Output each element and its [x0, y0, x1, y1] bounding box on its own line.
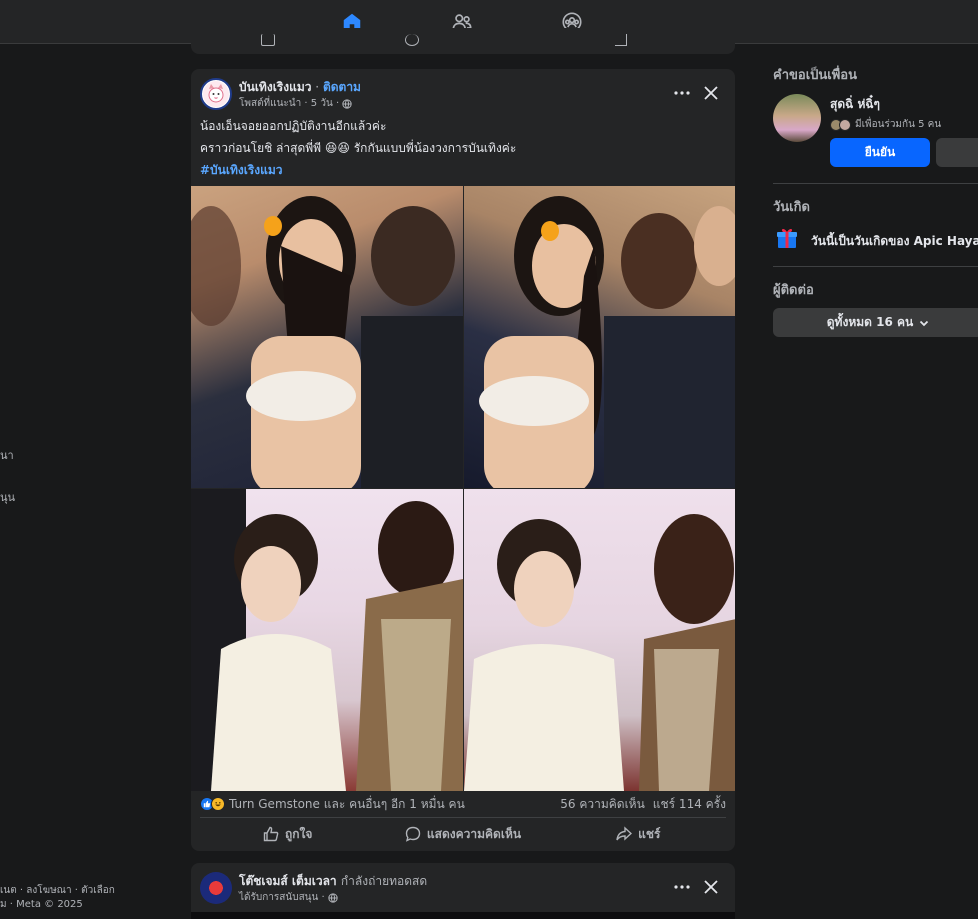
like-icon: [261, 34, 275, 46]
more-options-button[interactable]: [669, 80, 695, 106]
hide-post-button-2[interactable]: [698, 874, 724, 900]
share-label: แชร์: [638, 826, 661, 841]
comment-icon: [405, 34, 419, 46]
birthday-text[interactable]: วันนี้เป็นวันเกิดของ Apic Haya: [811, 232, 978, 251]
left-sidebar-item[interactable]: นา: [0, 446, 14, 464]
live-status: กำลังถ่ายทอดสด: [340, 874, 428, 888]
share-arrow-icon: [616, 826, 633, 841]
friend-request-name[interactable]: สุดฉิ่ ห่ฉิ๋ๆ: [830, 95, 880, 114]
post-meta-text[interactable]: โพสต์ที่แนะนำ · 5 วัน ·: [239, 96, 339, 111]
more-icon: [674, 91, 690, 95]
feed-post-2: โต๊ชเจมส์ เต็มเวลา กำลังถ่ายทอดสด ได้รับ…: [191, 863, 735, 919]
follow-link[interactable]: ติดตาม: [323, 80, 361, 94]
comment-label: แสดงความคิดเห็น: [426, 826, 522, 841]
delete-request-button[interactable]: [936, 138, 978, 167]
post-stats: Turn Gemstone และ คนอื่นๆ อีก 1 หมื่น คน…: [200, 796, 726, 812]
reaction-icons[interactable]: [200, 797, 225, 811]
divider: [773, 183, 978, 184]
post-photo[interactable]: [191, 489, 463, 791]
birthdays-heading: วันเกิด: [773, 200, 810, 215]
gift-icon: [775, 226, 799, 250]
post-photo[interactable]: [464, 186, 735, 488]
divider: [200, 817, 726, 818]
video-preview[interactable]: [191, 912, 735, 919]
friend-requests-heading: คำขอเป็นเพื่อน: [773, 68, 857, 83]
close-icon: [704, 86, 718, 100]
page-avatar-2[interactable]: [200, 872, 232, 904]
share-icon: [615, 34, 627, 46]
mutual-friends-text: มีเพื่อนร่วมกัน 5 คน: [855, 119, 942, 130]
separator: ·: [311, 80, 323, 94]
more-icon: [674, 885, 690, 889]
thumbs-up-icon: [263, 826, 279, 842]
post-author-2: โต๊ชเจมส์ เต็มเวลา กำลังถ่ายทอดสด: [239, 872, 427, 891]
post-photo[interactable]: [191, 186, 463, 488]
left-sidebar-item[interactable]: นุน: [0, 488, 15, 506]
confirm-button[interactable]: ยืนยัน: [830, 138, 930, 167]
shares-count[interactable]: แชร์ 114 ครั้ง: [653, 795, 726, 814]
photo-man-white-jacket: [191, 489, 463, 791]
like-label: ถูกใจ: [284, 826, 313, 841]
post-photo[interactable]: [464, 489, 735, 791]
see-all-contacts-button[interactable]: ดูทั้งหมด 16 คน: [773, 308, 978, 337]
like-button[interactable]: ถูกใจ: [200, 821, 375, 847]
photo-woman-man-smiling: [479, 196, 735, 488]
mutual-friends[interactable]: มีเพื่อนร่วมกัน 5 คน: [830, 117, 941, 132]
divider: [773, 266, 978, 267]
page-name-link[interactable]: บันเทิงเริงแมว: [239, 80, 311, 94]
comments-count[interactable]: 56 ความคิดเห็น: [560, 795, 645, 814]
friend-request-avatar[interactable]: [773, 94, 821, 142]
photo-woman-man: [191, 196, 463, 488]
footer-links[interactable]: เนต · ลงโฆษณา · ตัวเลือก: [0, 883, 115, 898]
sponsored-label[interactable]: ได้รับการสนับสนุน ·: [239, 890, 325, 905]
post-text-line: น้องเอ็นจอยออกปฏิบัติงานอีกแล้วค่ะ: [200, 119, 387, 133]
previous-post-card: [191, 28, 735, 54]
post-author: บันเทิงเริงแมว · ติดตาม: [239, 78, 361, 97]
close-icon: [704, 880, 718, 894]
hide-post-button[interactable]: [698, 80, 724, 106]
page-name-link-2[interactable]: โต๊ชเจมส์ เต็มเวลา: [239, 874, 337, 888]
footer-copyright: ม · Meta © 2025: [0, 899, 83, 910]
cat-logo-icon: [203, 81, 229, 107]
see-all-label: ดูทั้งหมด 16 คน: [826, 315, 914, 329]
chevron-down-icon: [920, 320, 929, 326]
feed-post: บันเทิงเริงแมว · ติดตาม โพสต์ที่แนะนำ · …: [191, 69, 735, 851]
contacts-heading: ผู้ติดต่อ: [773, 283, 814, 298]
more-options-button-2[interactable]: [669, 874, 695, 900]
hashtag-link[interactable]: #บันเทิงเริงแมว: [200, 161, 283, 180]
comment-button[interactable]: แสดงความคิดเห็น: [375, 821, 550, 847]
photo-man-white-jacket-side: [464, 514, 735, 791]
globe-icon: [328, 892, 338, 903]
haha-reaction-icon: [211, 797, 225, 811]
post-actions: ถูกใจ แสดงความคิดเห็น แชร์: [200, 821, 726, 847]
globe-icon: [342, 98, 352, 109]
reactions-summary[interactable]: Turn Gemstone และ คนอื่นๆ อีก 1 หมื่น คน: [229, 795, 465, 814]
post-text-line: คราวก่อนโยชิ ล่าสุดพี่พี 😆😆 รักกันแบบพี่…: [200, 141, 517, 155]
page-avatar[interactable]: [200, 78, 232, 110]
engagement-counts: 56 ความคิดเห็น แชร์ 114 ครั้ง: [560, 795, 726, 814]
post-meta: โพสต์ที่แนะนำ · 5 วัน ·: [239, 96, 352, 111]
comment-bubble-icon: [405, 826, 421, 842]
photo-grid: [191, 186, 735, 791]
mutual-avatar: [839, 118, 851, 131]
share-button[interactable]: แชร์: [551, 821, 726, 847]
post-meta-2: ได้รับการสนับสนุน ·: [239, 890, 338, 905]
